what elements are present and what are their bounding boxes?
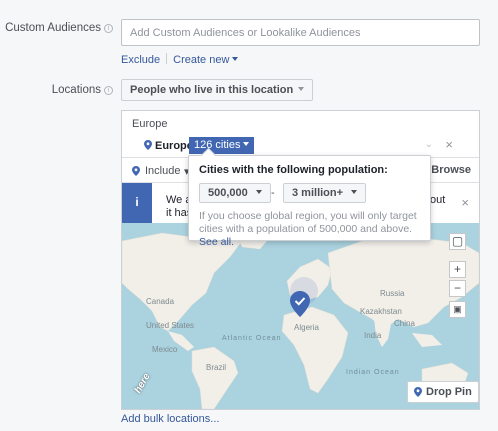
exclude-link[interactable]: Exclude	[121, 54, 160, 66]
see-all-link[interactable]: See all.	[199, 236, 234, 248]
info-text-line1-end: out	[430, 194, 446, 206]
popover-title: Cities with the following population:	[199, 164, 388, 176]
reset-view-icon[interactable]: ▣	[449, 301, 466, 318]
cities-dropdown-tag[interactable]: 126 cities	[189, 137, 255, 154]
location-pin-icon	[144, 140, 152, 150]
max-population-select[interactable]: 3 million+	[283, 183, 367, 203]
drop-pin-button[interactable]: Drop Pin	[407, 381, 479, 403]
ocean-label: Indian Ocean	[346, 369, 400, 376]
location-pin-icon	[132, 166, 140, 176]
audience-links: Exclude Create new	[121, 53, 239, 66]
map-label: Russia	[380, 289, 405, 298]
map-label: China	[394, 319, 415, 328]
chevron-down-icon	[232, 57, 239, 61]
location-marker-icon	[290, 291, 310, 317]
custom-audiences-label: Custom Audiences i	[5, 22, 113, 34]
selected-location-row: Europe 126 cities ⌄ ×	[122, 135, 479, 157]
location-group-header: Europe	[132, 118, 168, 130]
location-pin-icon	[414, 387, 422, 397]
divider	[166, 53, 168, 64]
chevron-down-icon	[298, 87, 305, 91]
map-label: India	[364, 331, 382, 340]
range-dash: -	[271, 187, 275, 199]
popover-note: If you choose global region, you will on…	[199, 210, 417, 248]
map-label: Mexico	[152, 345, 178, 354]
map-label: Brazil	[206, 363, 227, 372]
fullscreen-icon[interactable]: ▢	[449, 233, 466, 250]
custom-audiences-input[interactable]: Add Custom Audiences or Lookalike Audien…	[121, 19, 480, 46]
world-map[interactable]: Canada United States Mexico Brazil Russi…	[122, 223, 479, 409]
chevron-down-icon[interactable]: ⌄	[425, 139, 433, 150]
ocean-label: Atlantic Ocean	[222, 335, 282, 342]
min-population-select[interactable]: 500,000	[199, 183, 271, 203]
map-label: Algeria	[294, 323, 319, 332]
map-label: Kazakhstan	[360, 307, 402, 316]
city-population-popover: Cities with the following population: 50…	[188, 155, 431, 248]
include-select[interactable]: Include	[145, 165, 180, 177]
map-label: United States	[146, 321, 195, 330]
help-icon[interactable]: i	[104, 86, 113, 95]
locations-label: Locations i	[52, 84, 113, 96]
remove-icon[interactable]: ×	[445, 137, 453, 152]
map-label: Canada	[146, 297, 175, 306]
chevron-down-icon	[255, 190, 262, 194]
location-type-select[interactable]: People who live in this location	[121, 79, 314, 101]
close-icon[interactable]: ×	[461, 195, 469, 210]
create-new-link[interactable]: Create new	[173, 54, 239, 66]
add-bulk-locations-link[interactable]: Add bulk locations...	[121, 413, 219, 425]
chevron-down-icon	[351, 190, 358, 194]
zoom-in-button[interactable]: +	[449, 261, 466, 278]
zoom-out-button[interactable]: −	[449, 280, 466, 297]
chevron-down-icon	[243, 142, 250, 146]
info-icon: i	[122, 183, 152, 223]
selected-location-name: Europe	[155, 140, 193, 152]
help-icon[interactable]: i	[104, 24, 113, 33]
